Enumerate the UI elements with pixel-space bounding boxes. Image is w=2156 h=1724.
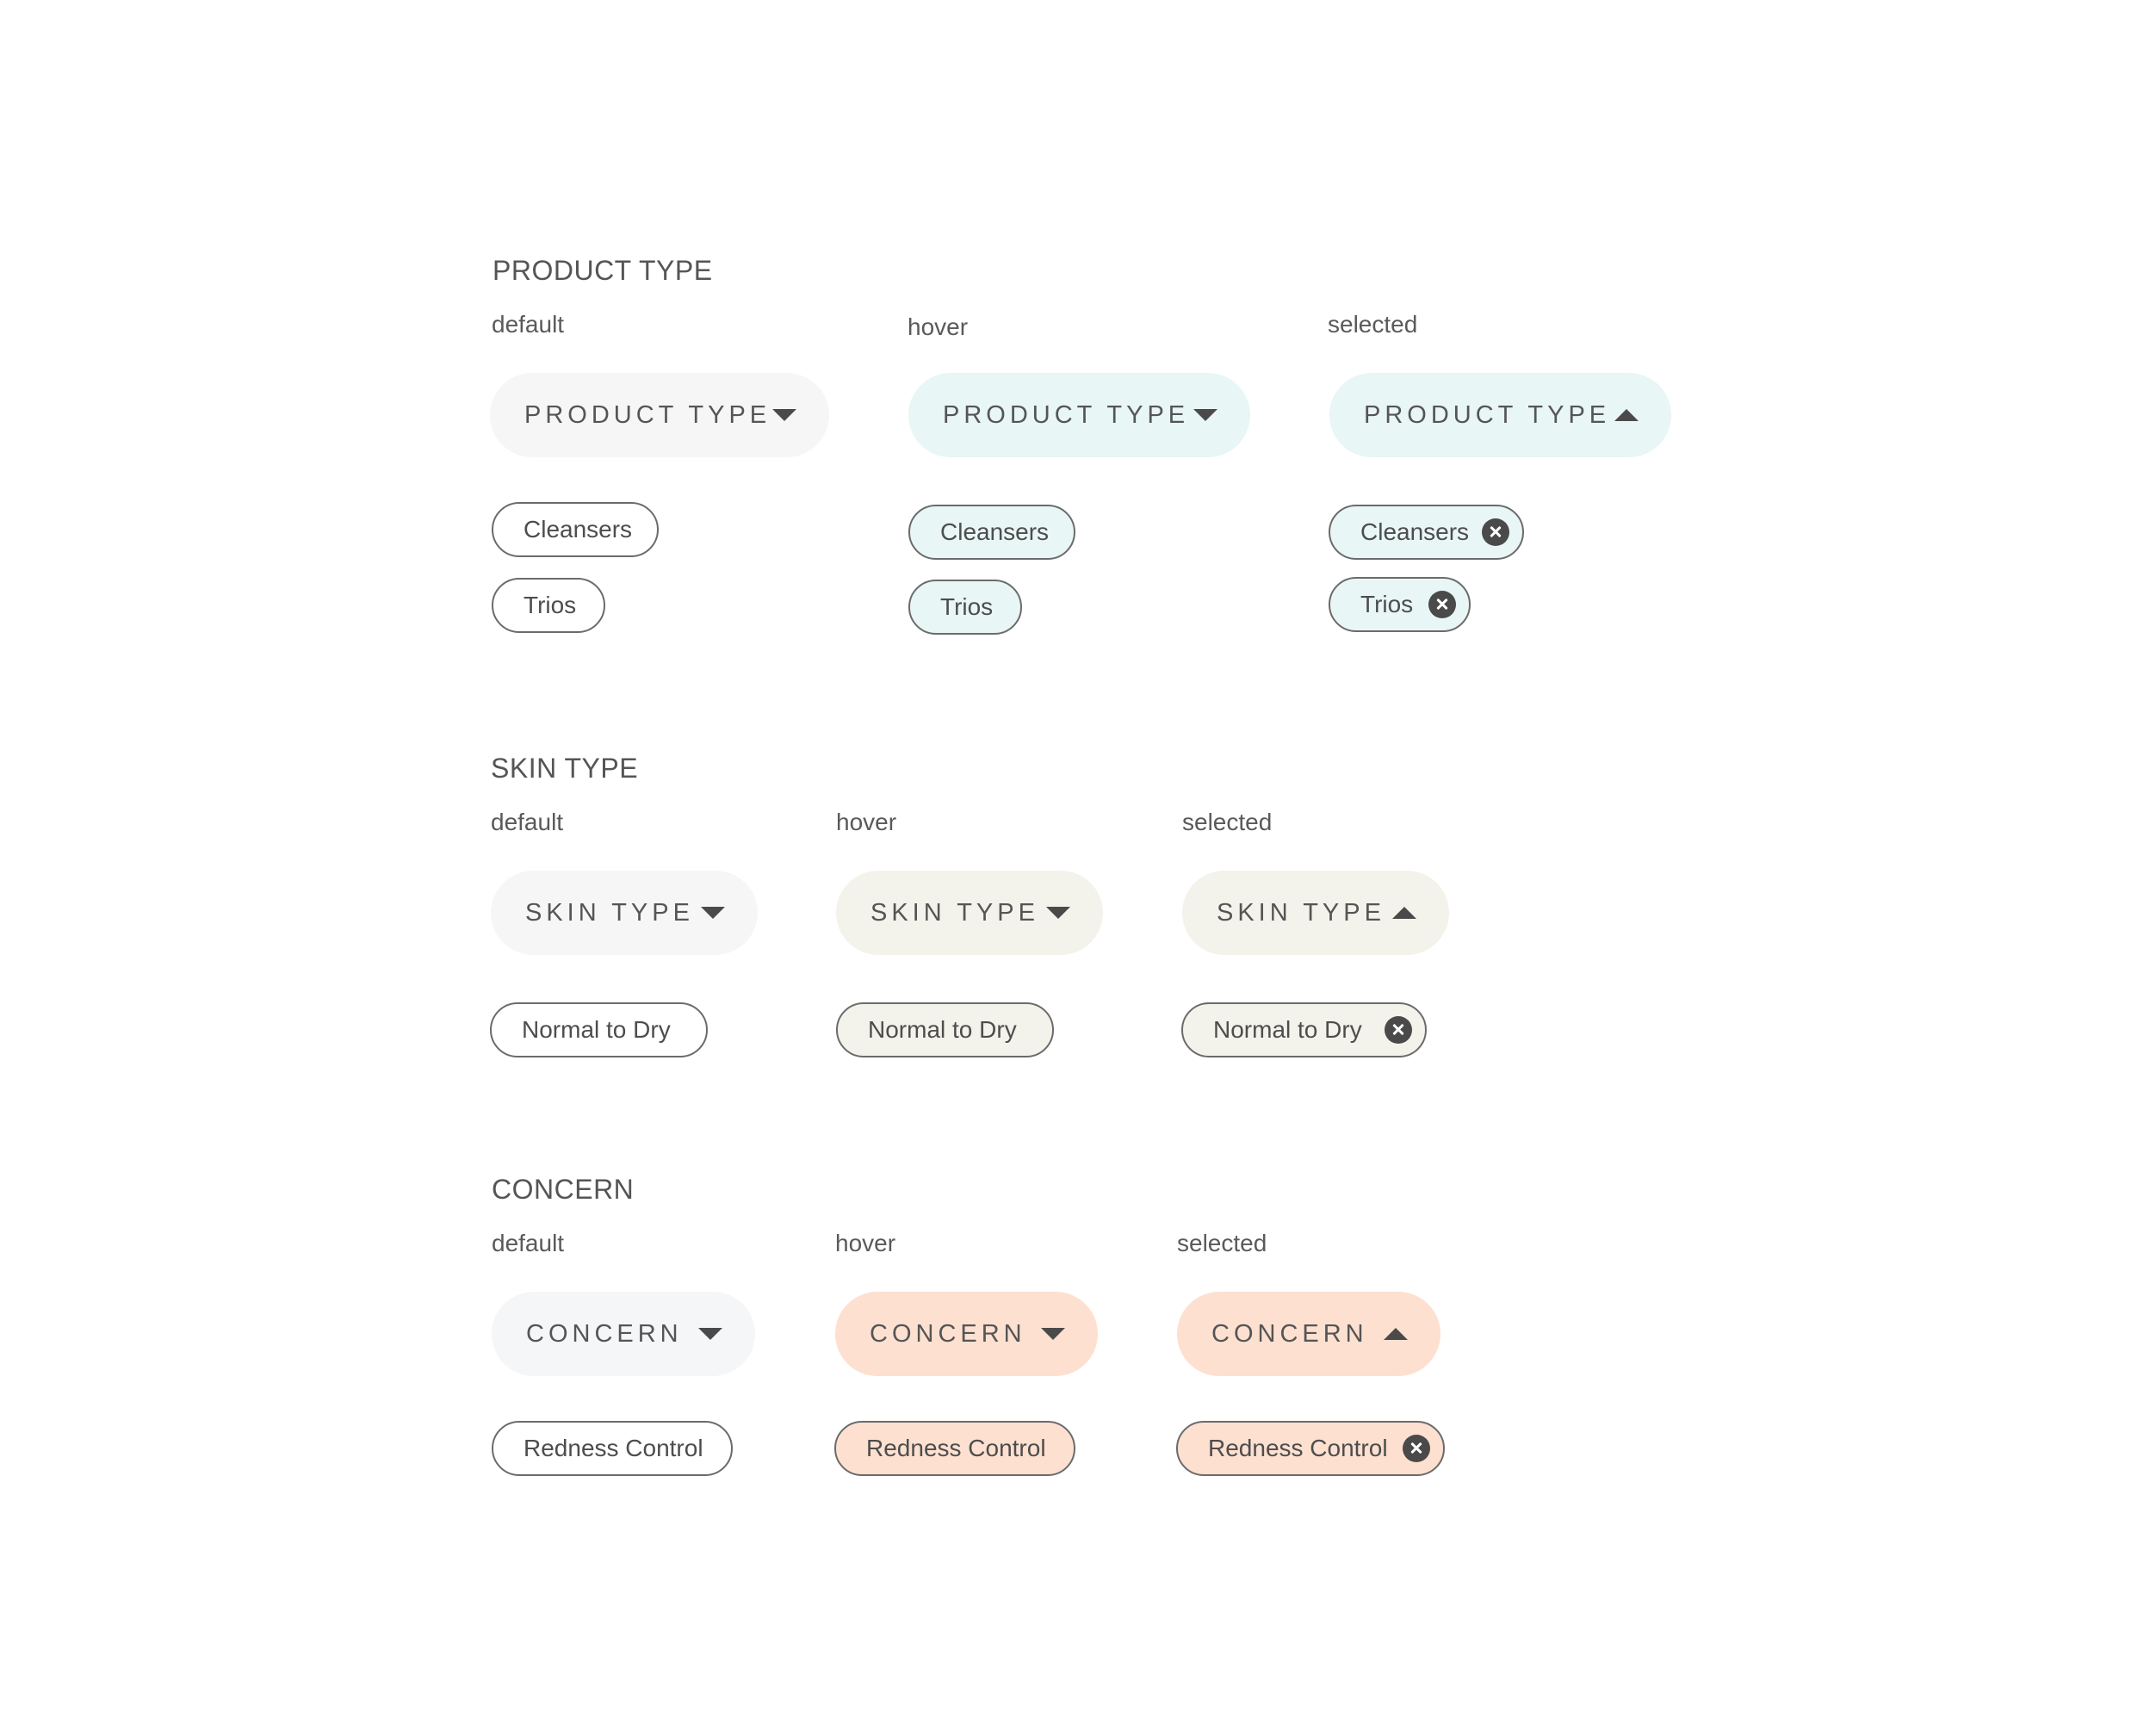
chip-label: Redness Control (1208, 1435, 1388, 1461)
chip-label: Normal to Dry (522, 1016, 671, 1043)
close-circle-icon[interactable] (1482, 518, 1509, 546)
concern-dropdown-selected[interactable]: CONCERN (1177, 1292, 1440, 1376)
section-title-skin-type: SKIN TYPE (491, 753, 639, 784)
state-label-default: default (492, 311, 565, 338)
chevron-down-icon (1046, 907, 1070, 919)
chevron-up-icon (1384, 1328, 1408, 1340)
state-label-selected: selected (1177, 1230, 1267, 1256)
chevron-down-icon (1041, 1328, 1065, 1340)
dropdown-label: CONCERN (870, 1319, 1026, 1348)
state-label-selected: selected (1182, 809, 1273, 835)
dropdown-label: SKIN TYPE (870, 898, 1039, 927)
dropdown-label: PRODUCT TYPE (943, 400, 1190, 429)
chevron-up-icon (1392, 907, 1416, 919)
state-label-default: default (492, 1230, 565, 1256)
filter-chip-trios[interactable]: Trios (492, 578, 605, 633)
skin-type-dropdown-selected[interactable]: SKIN TYPE (1182, 871, 1449, 955)
chip-label: Cleansers (524, 516, 633, 543)
product-type-dropdown-hover[interactable]: PRODUCT TYPE (908, 373, 1250, 457)
chip-label: Cleansers (940, 518, 1050, 545)
chip-label: Trios (940, 593, 994, 620)
chevron-down-icon (701, 907, 725, 919)
chevron-down-icon (698, 1328, 722, 1340)
section-title-concern: CONCERN (492, 1174, 635, 1205)
filter-chip-normal-to-dry[interactable]: Normal to Dry (490, 1002, 708, 1057)
chip-label: Cleansers (1360, 518, 1470, 545)
chip-label: Trios (1360, 591, 1414, 617)
skin-type-dropdown-default[interactable]: SKIN TYPE (491, 871, 758, 955)
skin-type-dropdown-hover[interactable]: SKIN TYPE (836, 871, 1103, 955)
dropdown-label: PRODUCT TYPE (1364, 400, 1611, 429)
filter-chip-trios[interactable]: Trios (908, 580, 1022, 635)
product-type-dropdown-selected[interactable]: PRODUCT TYPE (1329, 373, 1671, 457)
filter-chip-trios-selected[interactable]: Trios (1329, 577, 1471, 632)
dropdown-label: SKIN TYPE (525, 898, 694, 927)
chip-label: Normal to Dry (1213, 1016, 1362, 1043)
filter-chip-normal-to-dry-selected[interactable]: Normal to Dry (1181, 1002, 1427, 1057)
dropdown-label: SKIN TYPE (1217, 898, 1385, 927)
filter-chip-cleansers[interactable]: Cleansers (492, 502, 659, 557)
close-circle-icon[interactable] (1428, 591, 1456, 618)
chip-label: Trios (524, 592, 577, 618)
filter-chip-normal-to-dry[interactable]: Normal to Dry (836, 1002, 1054, 1057)
chevron-down-icon (1193, 409, 1217, 421)
close-circle-icon[interactable] (1385, 1016, 1412, 1044)
close-circle-icon[interactable] (1403, 1435, 1430, 1462)
dropdown-label: PRODUCT TYPE (524, 400, 771, 429)
filter-chip-redness-control[interactable]: Redness Control (492, 1421, 733, 1476)
filter-chip-cleansers[interactable]: Cleansers (908, 505, 1075, 560)
dropdown-label: CONCERN (526, 1319, 683, 1348)
dropdown-label: CONCERN (1211, 1319, 1368, 1348)
chip-label: Redness Control (866, 1435, 1046, 1461)
state-label-selected: selected (1328, 311, 1418, 338)
filter-chip-redness-control-selected[interactable]: Redness Control (1176, 1421, 1445, 1476)
chip-label: Normal to Dry (868, 1016, 1017, 1043)
chevron-up-icon (1614, 409, 1639, 421)
concern-dropdown-default[interactable]: CONCERN (492, 1292, 755, 1376)
state-label-hover: hover (908, 313, 969, 340)
concern-dropdown-hover[interactable]: CONCERN (835, 1292, 1098, 1376)
state-label-hover: hover (835, 1230, 896, 1256)
filter-chip-cleansers-selected[interactable]: Cleansers (1329, 505, 1524, 560)
product-type-dropdown-default[interactable]: PRODUCT TYPE (490, 373, 829, 457)
section-title-product-type: PRODUCT TYPE (493, 255, 713, 286)
chip-label: Redness Control (524, 1435, 703, 1461)
chevron-down-icon (772, 409, 796, 421)
state-label-default: default (491, 809, 564, 835)
filter-chip-redness-control[interactable]: Redness Control (834, 1421, 1075, 1476)
state-label-hover: hover (836, 809, 897, 835)
